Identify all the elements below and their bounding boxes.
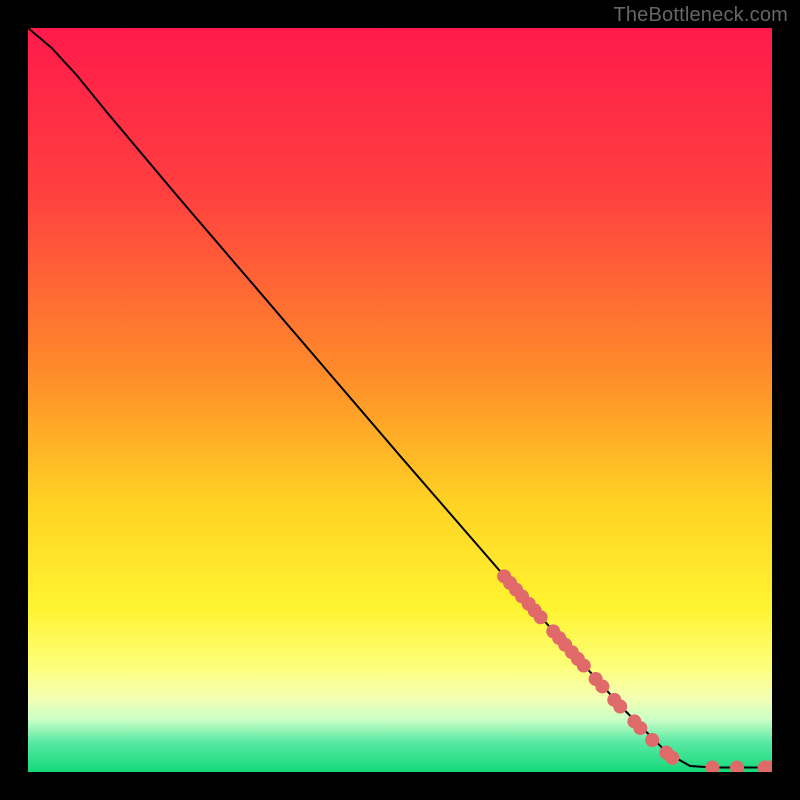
marker-point: [577, 659, 591, 673]
gradient-background: [28, 28, 772, 772]
chart-svg: [28, 28, 772, 772]
plot-area: [28, 28, 772, 772]
marker-point: [534, 610, 548, 624]
marker-point: [595, 679, 609, 693]
marker-point: [665, 751, 679, 765]
attribution-label: TheBottleneck.com: [613, 4, 788, 27]
marker-point: [645, 733, 659, 747]
marker-point: [613, 700, 627, 714]
marker-point: [633, 721, 647, 735]
chart-frame: TheBottleneck.com: [0, 0, 800, 800]
